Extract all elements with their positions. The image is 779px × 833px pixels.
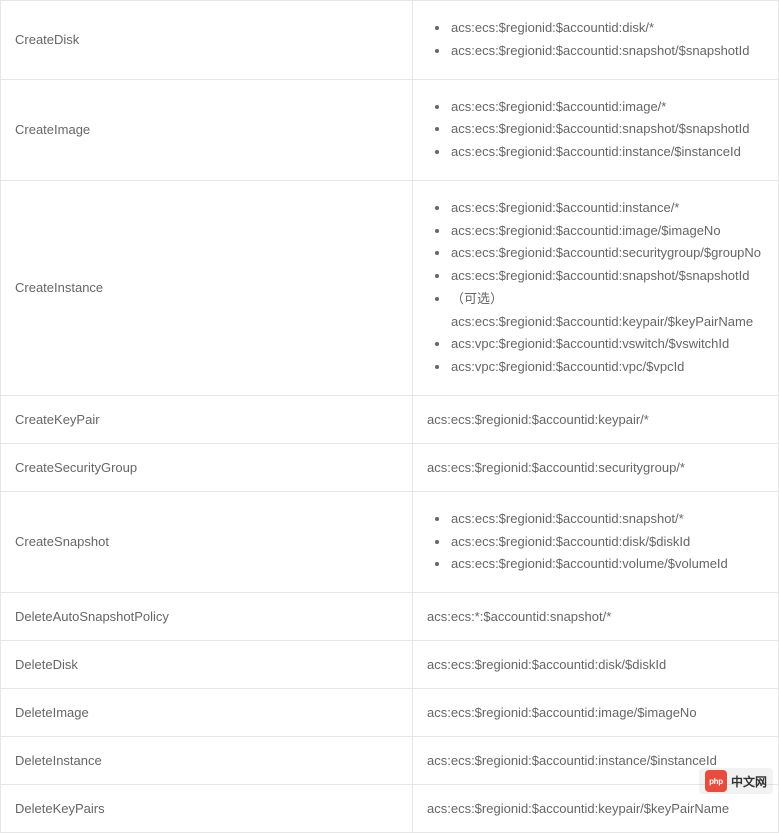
table-row: DeleteDisk acs:ecs:$regionid:$accountid:d… [1,641,779,689]
resource-text: acs:ecs:$regionid:$accountid:instance/$i… [427,753,717,768]
resource-cell: acs:ecs:$regionid:$accountid:image/$imag… [413,689,779,737]
resource-list: acs:ecs:$regionid:$accountid:image/*acs:… [427,96,764,164]
resource-list: acs:ecs:$regionid:$accountid:snapshot/*a… [427,508,764,576]
action-cell: CreateInstance [1,180,413,395]
resource-item: acs:ecs:$regionid:$accountid:disk/$diskI… [427,531,764,554]
table-row: CreateSnapshotacs:ecs:$regionid:$account… [1,491,779,592]
table-row: CreateKeyPair acs:ecs:$regionid:$accounti… [1,395,779,443]
resource-item: （可选）acs:ecs:$regionid:$accountid:keypair… [427,288,764,334]
table-row: DeleteKeyPairs acs:ecs:$regionid:$account… [1,785,779,833]
resource-item: acs:ecs:$regionid:$accountid:snapshot/$s… [427,118,764,141]
table-row: CreateImageacs:ecs:$regionid:$accountid:… [1,79,779,180]
action-cell: CreateDisk [1,1,413,80]
resource-text: acs:ecs:$regionid:$accountid:securitygro… [427,460,685,475]
resource-item: acs:ecs:$regionid:$accountid:image/$imag… [427,220,764,243]
resource-text: acs:ecs:$regionid:$accountid:keypair/* [427,412,649,427]
action-cell: DeleteDisk [1,641,413,689]
resource-item: acs:ecs:$regionid:$accountid:volume/$vol… [427,553,764,576]
resource-cell: acs:ecs:$regionid:$accountid:instance/*a… [413,180,779,395]
table-row: CreateInstanceacs:ecs:$regionid:$account… [1,180,779,395]
resource-cell: acs:ecs:$regionid:$accountid:disk/$diskI… [413,641,779,689]
action-cell: DeleteKeyPairs [1,785,413,833]
table-row: DeleteInstance acs:ecs:$regionid:$account… [1,737,779,785]
resource-cell: acs:ecs:$regionid:$accountid:snapshot/*a… [413,491,779,592]
resource-text: acs:ecs:*:$accountid:snapshot/* [427,609,611,624]
resource-item: acs:ecs:$regionid:$accountid:snapshot/* [427,508,764,531]
resource-item: acs:vpc:$regionid:$accountid:vpc/$vpcId [427,356,764,379]
table-row: DeleteAutoSnapshotPolicy acs:ecs:*:$accou… [1,593,779,641]
table-row: CreateSecurityGroup acs:ecs:$regionid:$ac… [1,443,779,491]
table-row: CreateDisk acs:ecs:$regionid:$accountid:d… [1,1,779,80]
resource-item: acs:ecs:$regionid:$accountid:image/* [427,96,764,119]
resource-item: acs:ecs:$regionid:$accountid:snapshot/$s… [427,265,764,288]
action-cell: CreateImage [1,79,413,180]
resource-list: acs:ecs:$regionid:$accountid:instance/*a… [427,197,764,379]
resource-item: acs:ecs:$regionid:$accountid:securitygro… [427,242,764,265]
table-row: DeleteImage acs:ecs:$regionid:$accountid:… [1,689,779,737]
api-resource-table: CreateDisk acs:ecs:$regionid:$accountid:d… [0,0,779,833]
resource-cell: acs:ecs:$regionid:$accountid:disk/*acs:e… [413,1,779,80]
watermark-label: 中文网 [731,773,767,790]
resource-cell: acs:ecs:$regionid:$accountid:securitygro… [413,443,779,491]
action-cell: CreateKeyPair [1,395,413,443]
resource-cell: acs:ecs:*:$accountid:snapshot/* [413,593,779,641]
action-cell: CreateSecurityGroup [1,443,413,491]
resource-item: acs:ecs:$regionid:$accountid:disk/* [427,17,764,40]
watermark: php 中文网 [699,768,773,794]
resource-text: acs:ecs:$regionid:$accountid:keypair/$ke… [427,801,729,816]
resource-cell: acs:ecs:$regionid:$accountid:image/*acs:… [413,79,779,180]
php-logo: php [705,770,727,792]
action-cell: DeleteAutoSnapshotPolicy [1,593,413,641]
resource-item: acs:ecs:$regionid:$accountid:instance/$i… [427,141,764,164]
action-cell: DeleteImage [1,689,413,737]
resource-item: acs:vpc:$regionid:$accountid:vswitch/$vs… [427,333,764,356]
resource-list: acs:ecs:$regionid:$accountid:disk/*acs:e… [427,17,764,63]
action-cell: CreateSnapshot [1,491,413,592]
resource-item: acs:ecs:$regionid:$accountid:snapshot/$s… [427,40,764,63]
action-cell: DeleteInstance [1,737,413,785]
resource-text: acs:ecs:$regionid:$accountid:image/$imag… [427,705,697,720]
resource-cell: acs:ecs:$regionid:$accountid:keypair/* [413,395,779,443]
resource-item: acs:ecs:$regionid:$accountid:instance/* [427,197,764,220]
resource-text: acs:ecs:$regionid:$accountid:disk/$diskI… [427,657,666,672]
